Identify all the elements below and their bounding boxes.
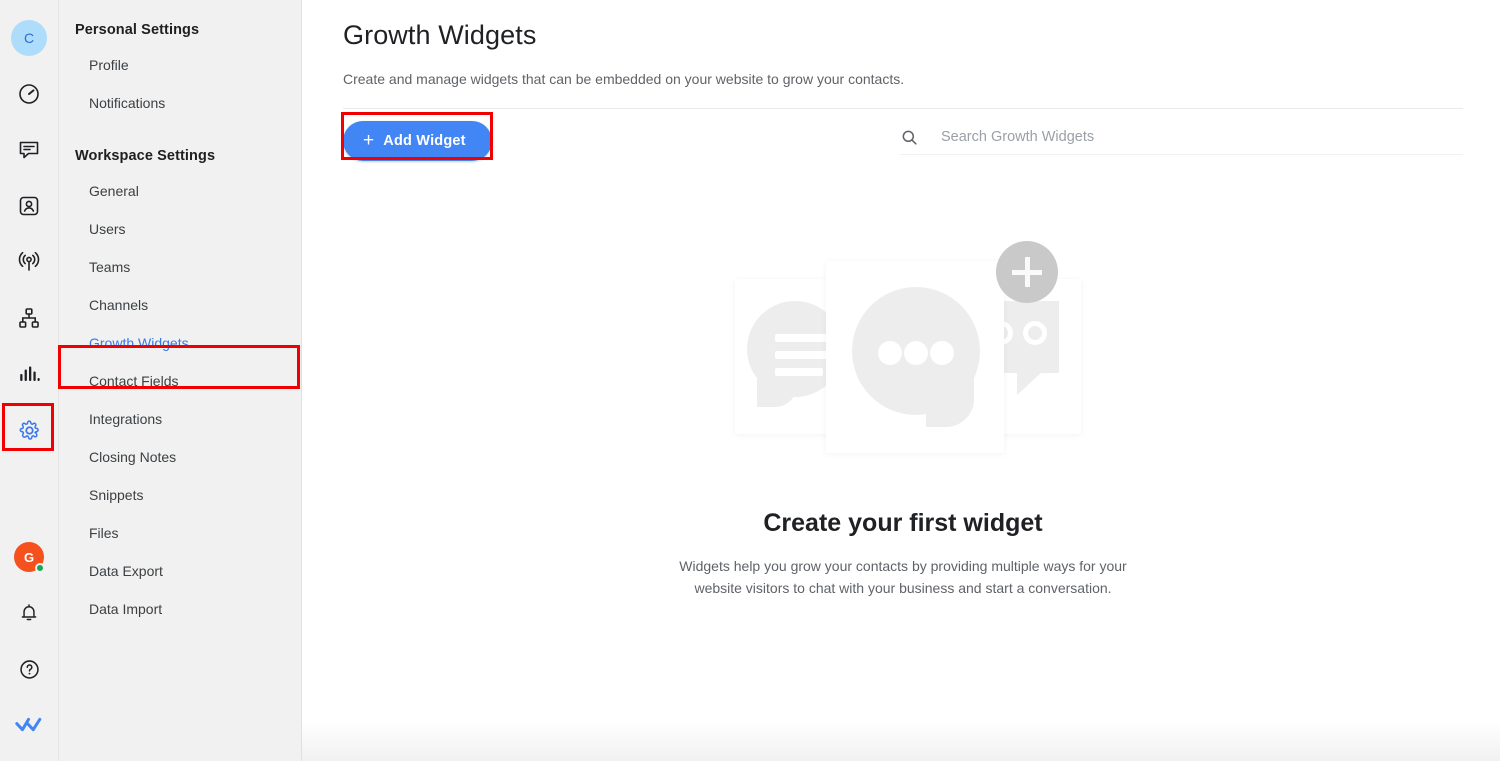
illustration-card-center — [826, 261, 1004, 453]
rail-top-group: C — [7, 0, 51, 458]
bubble-line — [775, 368, 823, 376]
reports-nav-icon[interactable] — [7, 352, 51, 396]
main-content: Growth Widgets Create and manage widgets… — [302, 0, 1500, 761]
primary-icon-rail: C G — [0, 0, 59, 761]
rail-bottom-group: G — [7, 529, 51, 761]
bubble-dot — [904, 341, 928, 365]
conversations-nav-icon[interactable] — [7, 128, 51, 172]
add-plus-badge-icon — [996, 241, 1058, 303]
contacts-nav-icon[interactable] — [7, 184, 51, 228]
help-button[interactable] — [7, 647, 51, 691]
sidebar-item-general[interactable]: General — [59, 172, 301, 210]
chat-bubble-tail — [926, 379, 974, 427]
toolbar: + Add Widget — [343, 109, 1463, 173]
chat-bubble-tail — [1017, 373, 1041, 395]
bubble-dot-ring — [1023, 321, 1047, 345]
dashboard-nav-icon[interactable] — [7, 72, 51, 116]
sitemap-icon — [17, 306, 41, 330]
search-field[interactable] — [900, 128, 1463, 155]
empty-state-illustration — [713, 241, 1093, 471]
workspace-settings-heading: Workspace Settings — [75, 148, 216, 164]
sidebar-item-snippets[interactable]: Snippets — [59, 476, 301, 514]
notifications-button[interactable] — [7, 591, 51, 635]
settings-nav-panel: Personal Settings Profile Notifications … — [59, 0, 302, 761]
avatar: C — [11, 20, 47, 56]
page-title: Growth Widgets — [343, 20, 537, 50]
add-widget-label: Add Widget — [383, 133, 466, 149]
avatar-initial: G — [23, 549, 35, 565]
add-widget-button[interactable]: + Add Widget — [343, 121, 492, 161]
sidebar-item-profile[interactable]: Profile — [59, 46, 301, 84]
bubble-dot — [878, 341, 902, 365]
sidebar-item-integrations[interactable]: Integrations — [59, 400, 301, 438]
sidebar-item-data-export[interactable]: Data Export — [59, 552, 301, 590]
double-check-icon — [14, 714, 44, 736]
empty-state-title: Create your first widget — [763, 509, 1043, 537]
bar-chart-icon — [17, 362, 41, 386]
sidebar-item-channels[interactable]: Channels — [59, 286, 301, 324]
sidebar-item-files[interactable]: Files — [59, 514, 301, 552]
plus-icon: + — [363, 130, 375, 151]
speedometer-icon — [17, 82, 41, 106]
contact-card-icon — [17, 194, 41, 218]
gear-icon — [17, 418, 42, 443]
app-root: C G Personal Settings Profile Notificati… — [0, 0, 1500, 761]
search-input[interactable] — [941, 129, 1463, 145]
broadcast-nav-icon[interactable] — [7, 240, 51, 284]
search-icon — [900, 128, 919, 147]
workflows-nav-icon[interactable] — [7, 296, 51, 340]
help-circle-icon — [18, 658, 41, 681]
bell-icon — [18, 602, 40, 624]
bubble-dot — [930, 341, 954, 365]
sidebar-item-closing-notes[interactable]: Closing Notes — [59, 438, 301, 476]
empty-state: Create your first widget Widgets help yo… — [343, 241, 1463, 599]
presence-dot — [35, 563, 45, 573]
bottom-fade — [302, 721, 1500, 761]
app-logo[interactable] — [7, 703, 51, 747]
personal-settings-heading: Personal Settings — [75, 22, 200, 38]
avatar: G — [14, 542, 45, 573]
sidebar-item-contact-fields[interactable]: Contact Fields — [59, 362, 301, 400]
chat-icon — [17, 138, 41, 162]
user-avatar[interactable]: G — [7, 535, 51, 579]
sidebar-item-growth-widgets[interactable]: Growth Widgets — [59, 324, 301, 362]
empty-state-description: Widgets help you grow your contacts by p… — [679, 558, 1127, 596]
settings-nav-icon[interactable] — [7, 408, 51, 452]
sidebar-item-users[interactable]: Users — [59, 210, 301, 248]
workspace-avatar[interactable]: C — [7, 16, 51, 60]
page-subtitle: Create and manage widgets that can be em… — [343, 71, 905, 87]
broadcast-icon — [17, 250, 41, 274]
sidebar-item-notifications[interactable]: Notifications — [59, 84, 301, 122]
sidebar-item-data-import[interactable]: Data Import — [59, 590, 301, 628]
sidebar-item-teams[interactable]: Teams — [59, 248, 301, 286]
